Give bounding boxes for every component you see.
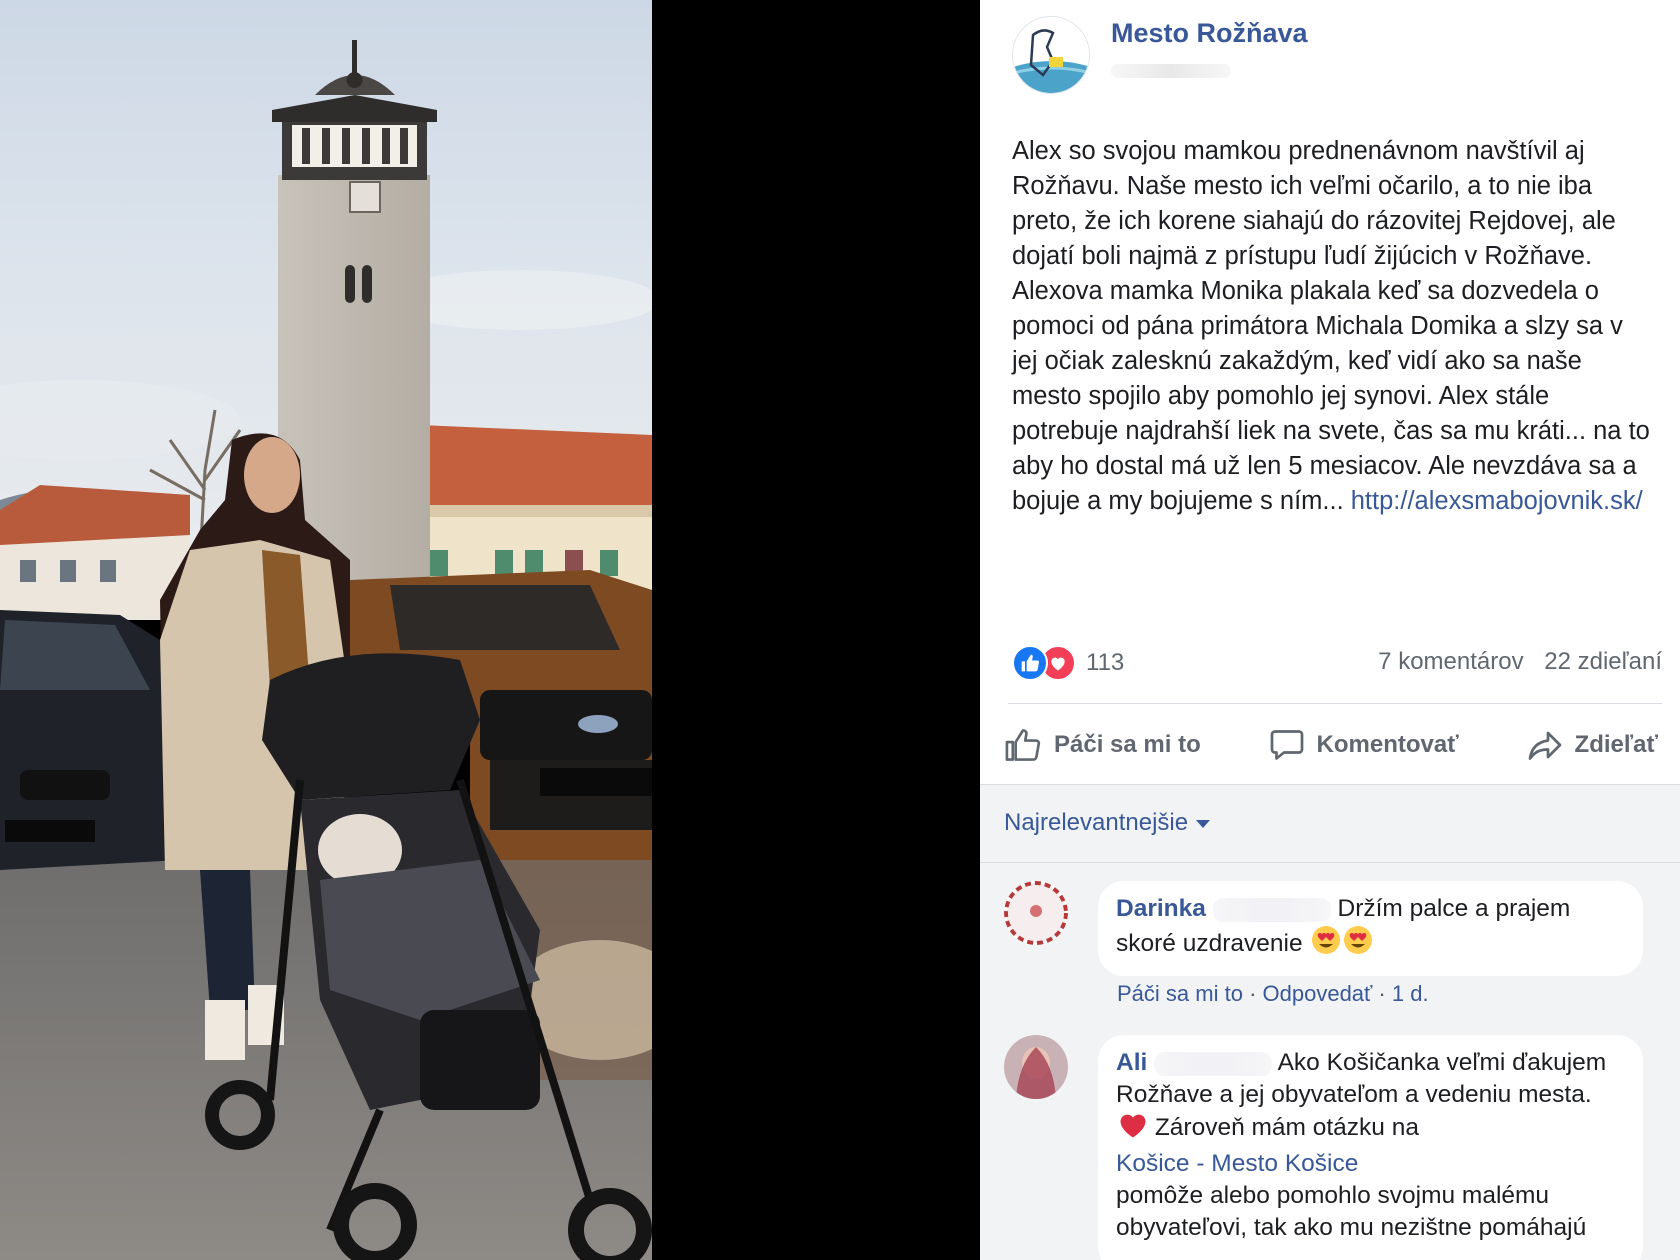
like-reaction-icon [1012,645,1048,681]
shares-count-link[interactable]: 22 zdieľaní [1544,648,1662,675]
comment-text: Zároveň mám otázku na [1154,1114,1419,1141]
separator-dot: · [1378,981,1392,1006]
post-panel: Mesto Rožňava Alex so svojou mamkou pred… [980,0,1680,1260]
red-heart-emoji-icon [1118,1111,1148,1148]
thumbs-up-icon [1005,729,1041,761]
post-action-bar: Páči sa mi to Komentovať Zdieľať [1000,722,1662,768]
page-avatar[interactable] [1012,16,1090,94]
comment-author-link[interactable]: Darinka [1116,895,1206,922]
comment-button[interactable]: Komentovať [1265,727,1463,763]
like-button[interactable]: Páči sa mi to [1000,727,1205,763]
comment-like-link[interactable]: Páči sa mi to [1117,981,1243,1006]
comment-bubble: Ali Ako Košičanka veľmi ďakujem Rožňave … [1098,1035,1643,1260]
comment-sort-dropdown[interactable]: Najrelevantnejšie [1004,809,1211,837]
like-button-label: Páči sa mi to [1054,731,1201,758]
share-arrow-icon [1528,731,1561,760]
page-name-link[interactable]: Mesto Rožňava [1111,18,1308,49]
comment-reply-link[interactable]: Odpovedať [1263,981,1373,1006]
comment-meta: Páči sa mi to · Odpovedať · 1 d. [1117,981,1429,1007]
reaction-count: 113 [1086,649,1125,676]
comment-time-link[interactable]: 1 d. [1392,981,1429,1006]
comment-text: pomôže alebo pomohlo svojmu malému obyva… [1116,1182,1587,1241]
separator-dot: · [1249,981,1263,1006]
author-surname-redacted [1154,1051,1273,1076]
comment-item: Ali Ako Košičanka veľmi ďakujem Rožňave … [1004,1035,1662,1260]
comments-count-link[interactable]: 7 komentárov [1378,648,1523,675]
mention-link[interactable]: Košice - Mesto Košice [1116,1150,1358,1177]
comment-item: Darinka Držím palce a prajem skoré uzdra… [1004,881,1662,1031]
comment-bubble: Darinka Držím palce a prajem skoré uzdra… [1098,881,1643,976]
comments-section: Najrelevantnejšie Darinka Držím palce a … [980,784,1680,1260]
post-text: Alex so svojou mamkou prednenávnom navšt… [1012,134,1652,519]
post-photo[interactable] [0,0,652,1260]
reaction-summary[interactable]: 113 [1012,643,1124,683]
photo-illustration [0,0,652,1260]
divider [980,862,1680,863]
chevron-down-icon [1196,819,1211,828]
city-logo-icon [1013,17,1089,93]
comment-author-link[interactable]: Ali [1116,1049,1147,1076]
author-surname-redacted [1212,897,1331,922]
sort-label: Najrelevantnejšie [1004,809,1189,836]
share-button-label: Zdieľať [1574,731,1658,758]
speech-bubble-icon [1270,730,1303,760]
commenter-avatar[interactable] [1004,1035,1068,1099]
post-timestamp-redacted [1111,64,1231,78]
heart-eyes-emoji-icon [1343,925,1373,964]
heart-eyes-emoji-icon [1311,925,1341,964]
share-button[interactable]: Zdieľať [1523,727,1662,763]
engagement-counts: 7 komentárov 22 zdieľaní [1364,648,1662,676]
photo-letterbox [652,0,980,1260]
comment-button-label: Komentovať [1316,731,1459,758]
post-body: Alex so svojou mamkou prednenávnom navšt… [1012,137,1650,515]
divider [1008,703,1662,704]
commenter-avatar[interactable] [1004,881,1068,945]
post-link[interactable]: http://alexsmabojovnik.sk/ [1351,487,1643,515]
